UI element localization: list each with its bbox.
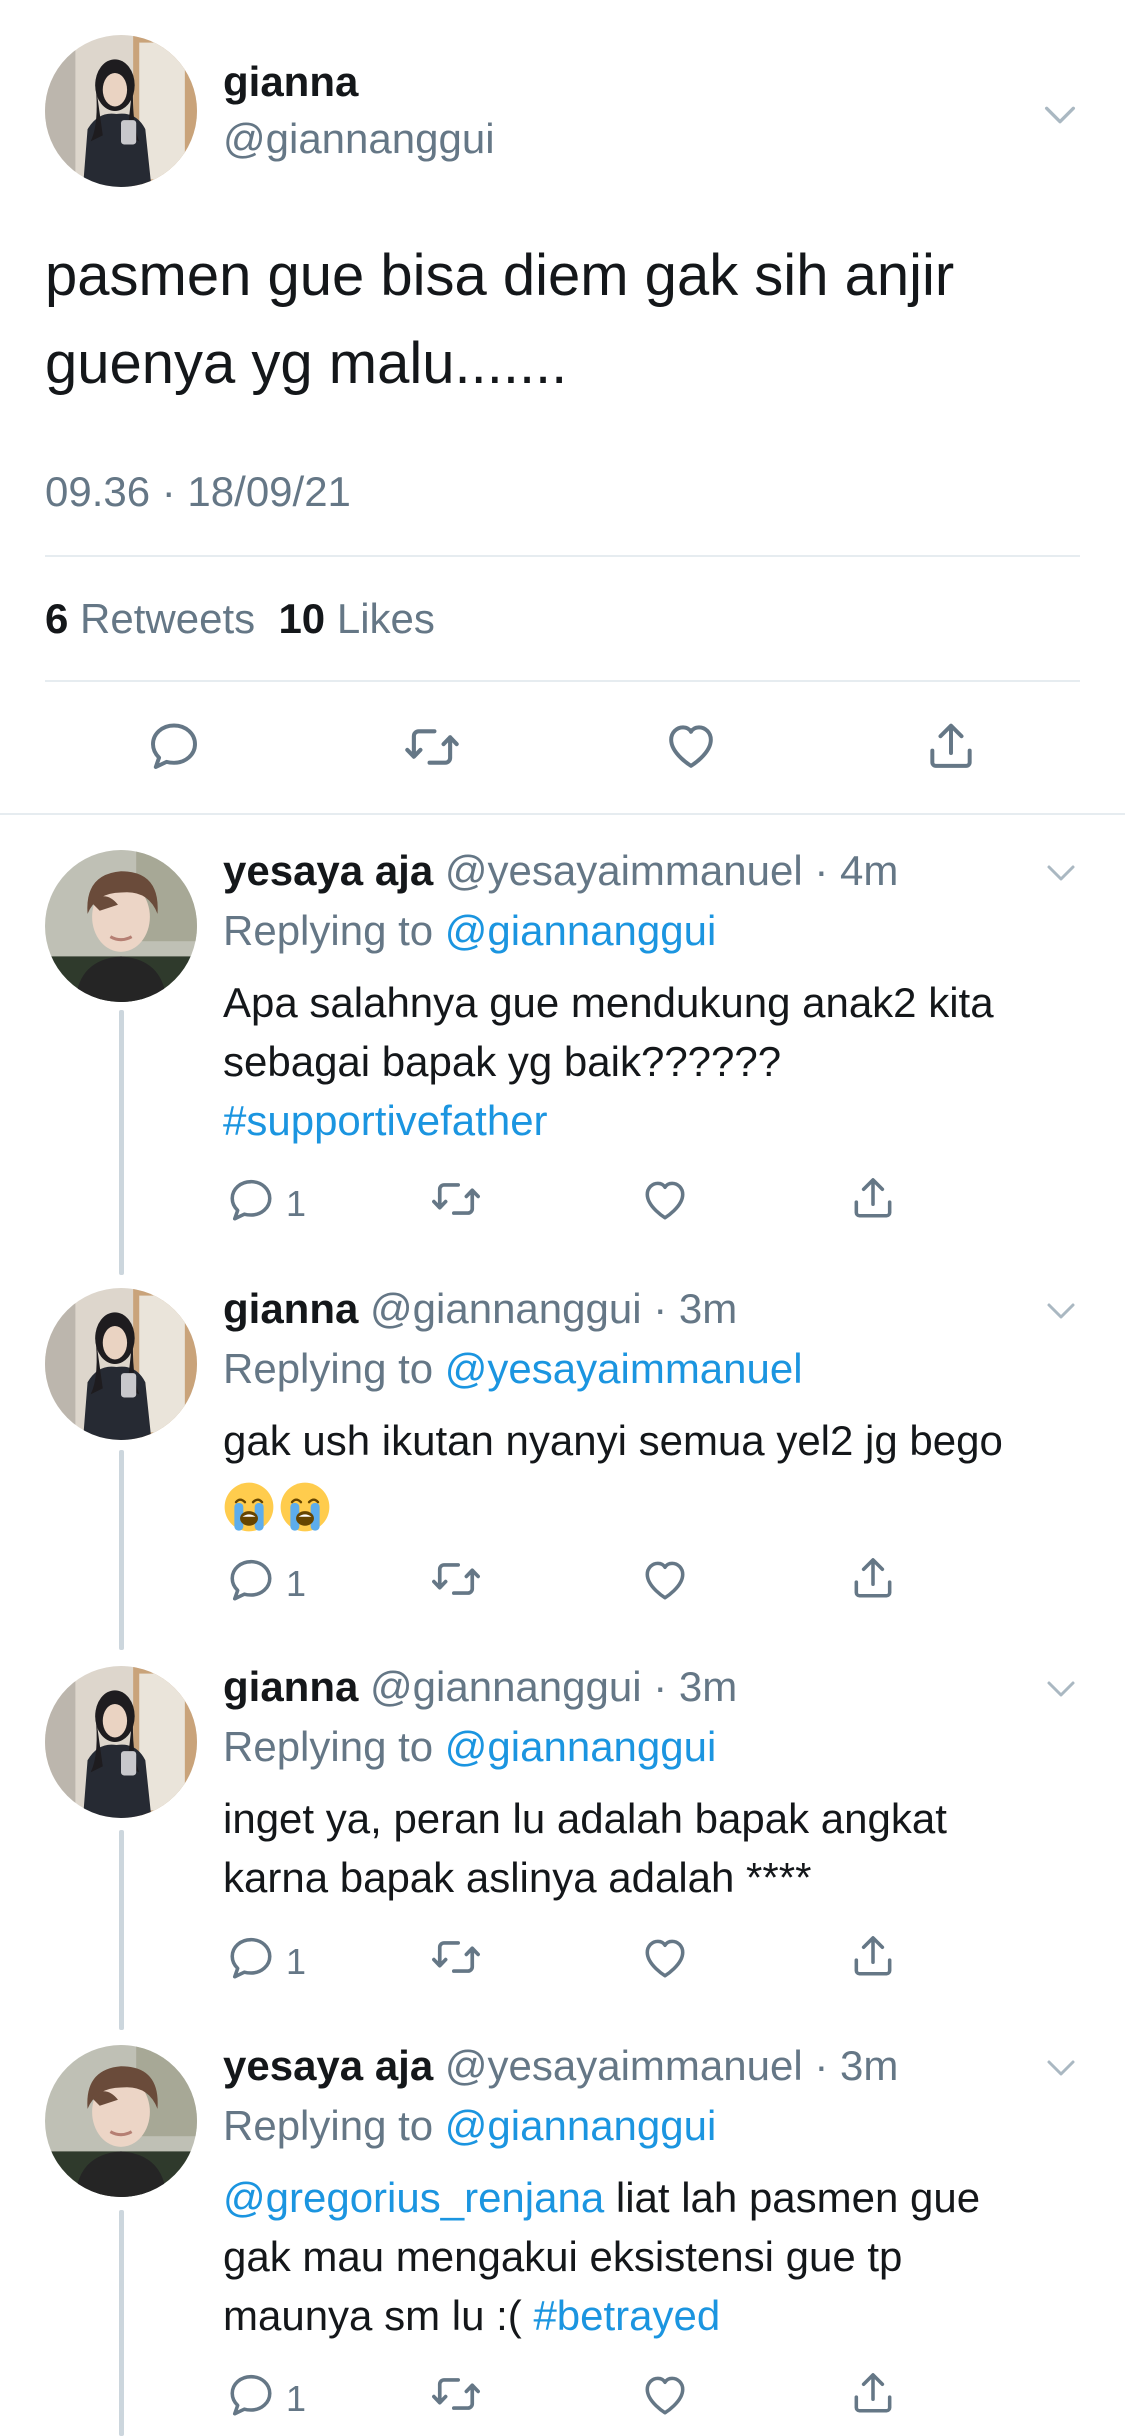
divider [45,680,1080,682]
author-name[interactable]: yesaya aja [223,847,433,894]
reply-icon[interactable] [226,1933,276,1983]
reply-tweet[interactable]: yesaya aja @yesayaimmanuel · 3m Replying… [0,2040,1125,2436]
emoji-row [223,1474,1093,1533]
author-meta[interactable]: @yesayaimmanuel · 3m [445,2042,898,2089]
reply-text-line: karna bapak aslinya adalah **** [223,1854,812,1901]
reply-header: gianna @giannanggui · 3m [223,1663,737,1711]
reply-icon[interactable] [146,718,202,774]
replying-to-link[interactable]: @yesayaimmanuel [445,1345,803,1392]
replying-label: Replying to [223,1345,434,1392]
reply-count: 1 [286,2378,307,2419]
reply-text: inget ya, peran lu adalah bapak angkat k… [223,1789,1093,1907]
replying-to: Replying to @giannanggui [223,1723,716,1771]
share-icon[interactable] [848,1173,898,1223]
avatar[interactable] [45,35,197,187]
reply-text: Apa salahnya gue mendukung anak2 kita se… [223,973,1093,1150]
chevron-down-icon[interactable] [1043,2050,1079,2086]
reply-text-line: @gregorius_renjana liat lah pasmen gue [223,2168,1093,2227]
chevron-down-icon[interactable] [1043,1671,1079,1707]
author-name[interactable]: yesaya aja [223,2042,433,2089]
reply-tweet[interactable]: gianna @giannanggui · 3m Replying to @gi… [0,1661,1125,2031]
reply-text-line: sebagai bapak yg baik?????? [223,1038,782,1085]
loudly-crying-face-icon [279,1481,331,1533]
tweet-timestamp: 09.36 · 18/09/21 [45,468,351,515]
author-name[interactable]: gianna [223,1285,358,1332]
retweet-icon[interactable] [403,718,461,776]
retweets-stat[interactable]: 6 Retweets [45,595,255,642]
author-meta[interactable]: @yesayaimmanuel · 4m [445,847,898,894]
reply-icon[interactable] [226,1175,276,1225]
author-meta[interactable]: @giannanggui · 3m [370,1285,737,1332]
share-icon[interactable] [923,718,979,774]
reply-text-line: inget ya, peran lu adalah bapak angkat [223,1795,947,1842]
heart-icon[interactable] [640,1555,690,1605]
retweets-count: 6 [45,595,69,642]
reply-tweet[interactable]: gianna @giannanggui · 3m Replying to @ye… [0,1283,1125,1653]
author-name[interactable]: gianna [223,58,358,106]
replying-to: Replying to @giannanggui [223,907,716,955]
reply-text-line: gak mau mengakui eksistensi gue tp [223,2233,903,2280]
reply-text-line: Apa salahnya gue mendukung anak2 kita [223,979,994,1026]
tweet-text-line: guenya yg malu....... [45,331,568,396]
chevron-down-icon[interactable] [1043,1293,1079,1329]
tweet-stats: 6 Retweets 10 Likes [45,595,435,643]
reply-header: yesaya aja @yesayaimmanuel · 3m [223,2042,898,2090]
divider [45,555,1080,557]
reply-text-segment: liat lah pasmen gue [604,2174,981,2221]
avatar[interactable] [45,1288,197,1440]
avatar[interactable] [45,850,197,1002]
chevron-down-icon[interactable] [1040,95,1080,135]
retweet-icon[interactable] [430,1173,482,1225]
replying-to: Replying to @yesayaimmanuel [223,1345,803,1393]
reply-icon[interactable] [226,2370,276,2420]
reply-header: gianna @giannanggui · 3m [223,1285,737,1333]
replying-to-link[interactable]: @giannanggui [445,1723,717,1770]
avatar[interactable] [45,2045,197,2197]
author-meta[interactable]: @giannanggui · 3m [370,1663,737,1710]
reply-text-line: maunya sm lu :( #betrayed [223,2286,1093,2345]
chevron-down-icon[interactable] [1043,855,1079,891]
mention-link[interactable]: @gregorius_renjana [223,2174,604,2221]
share-icon[interactable] [848,1931,898,1981]
author-handle[interactable]: @giannanggui [223,115,495,163]
divider [0,813,1125,815]
replying-to: Replying to @giannanggui [223,2102,716,2150]
hashtag-link[interactable]: #supportivefather [223,1091,1093,1150]
reply-icon[interactable] [226,1555,276,1605]
reply-count: 1 [286,1563,307,1604]
hashtag-link[interactable]: #betrayed [533,2292,720,2339]
loudly-crying-face-icon [223,1481,275,1533]
main-tweet: gianna @giannanggui pasmen gue bisa diem… [0,0,1125,815]
tweet-text: pasmen gue bisa diem gak sih anjir gueny… [45,232,1085,408]
reply-text: gak ush ikutan nyanyi semua yel2 jg bego [223,1411,1093,1533]
reply-text: @gregorius_renjana liat lah pasmen gue g… [223,2168,1093,2345]
retweet-icon[interactable] [430,1553,482,1605]
likes-count: 10 [278,595,326,642]
reply-count: 1 [286,1183,307,1224]
reply-header: yesaya aja @yesayaimmanuel · 4m [223,847,898,895]
tweet-text-line: pasmen gue bisa diem gak sih anjir [45,243,955,308]
replying-label: Replying to [223,1723,434,1770]
share-icon[interactable] [848,1553,898,1603]
reply-count: 1 [286,1941,307,1982]
reply-text-line: gak ush ikutan nyanyi semua yel2 jg bego [223,1417,1003,1464]
heart-icon[interactable] [663,718,719,774]
reply-tweet[interactable]: yesaya aja @yesayaimmanuel · 4m Replying… [0,845,1125,1275]
heart-icon[interactable] [640,1933,690,1983]
heart-icon[interactable] [640,2370,690,2420]
replying-to-link[interactable]: @giannanggui [445,2102,717,2149]
avatar[interactable] [45,1666,197,1818]
replying-to-link[interactable]: @giannanggui [445,907,717,954]
replying-label: Replying to [223,907,434,954]
retweet-icon[interactable] [430,1931,482,1983]
retweets-label: Retweets [80,595,256,642]
reply-text-segment: maunya sm lu :( [223,2292,534,2339]
likes-stat[interactable]: 10 Likes [278,595,434,642]
likes-label: Likes [336,595,435,642]
author-name[interactable]: gianna [223,1663,358,1710]
retweet-icon[interactable] [430,2368,482,2420]
share-icon[interactable] [848,2368,898,2418]
heart-icon[interactable] [640,1175,690,1225]
replying-label: Replying to [223,2102,434,2149]
